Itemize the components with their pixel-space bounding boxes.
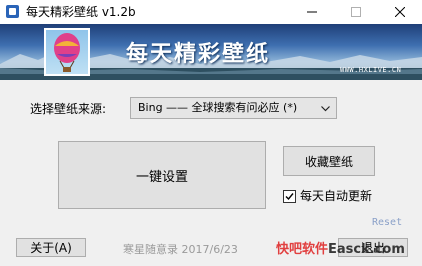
source-select[interactable]: Bing —— 全球搜索有问必应 (*) xyxy=(130,97,337,119)
reset-link[interactable]: Reset xyxy=(372,217,402,228)
title-bar: 每天精彩壁纸 v1.2b xyxy=(0,0,422,24)
banner-title: 每天精彩壁纸 xyxy=(126,42,271,67)
source-label: 选择壁纸来源: xyxy=(30,102,107,116)
watermark-text: 快吧软件 xyxy=(276,242,329,257)
maximize-icon xyxy=(351,7,361,17)
collect-wallpaper-button[interactable]: 收藏壁纸 xyxy=(283,146,375,176)
maximize-button[interactable] xyxy=(334,0,378,24)
banner: 每天精彩壁纸 WWW.HXLIVE.CN xyxy=(0,24,422,80)
hot-air-balloon-icon xyxy=(54,33,80,72)
chevron-down-icon xyxy=(321,106,330,112)
hot-air-balloon-logo xyxy=(44,28,90,76)
close-icon xyxy=(395,7,405,17)
checkmark-icon xyxy=(285,193,294,201)
auto-update-checkbox[interactable] xyxy=(283,190,296,203)
auto-update-label: 每天自动更新 xyxy=(300,189,373,203)
app-icon xyxy=(6,5,19,18)
one-click-setup-button[interactable]: 一键设置 xyxy=(58,141,266,209)
window-title: 每天精彩壁纸 v1.2b xyxy=(26,5,136,19)
close-button[interactable] xyxy=(378,0,422,24)
about-button[interactable]: 关于(A) xyxy=(16,238,86,257)
author-credit: 寒星随意录 2017/6/23 xyxy=(123,243,238,256)
minimize-button[interactable] xyxy=(290,0,334,24)
watermark: 快吧软件Easck.com xyxy=(276,238,405,257)
banner-site-url: WWW.HXLIVE.CN xyxy=(340,66,402,74)
source-select-value: Bing —— 全球搜索有问必应 (*) xyxy=(138,101,298,114)
watermark-domain: Easck.com xyxy=(328,242,405,257)
minimize-icon xyxy=(307,11,317,13)
